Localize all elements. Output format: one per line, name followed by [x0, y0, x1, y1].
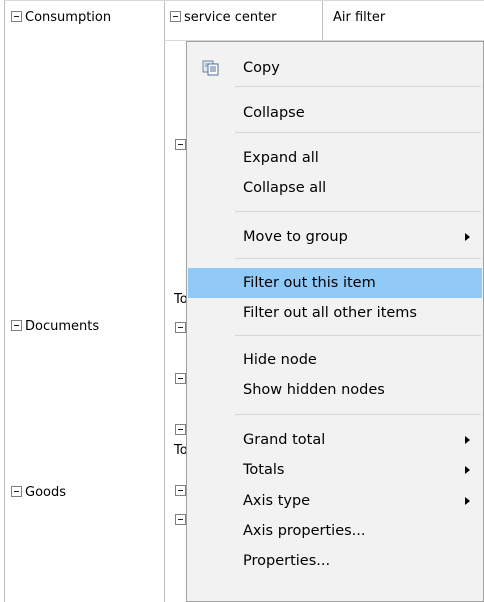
submenu-arrow-icon	[465, 497, 470, 505]
menu-item-label: Axis properties...	[243, 523, 366, 539]
menu-item-hide-node[interactable]: Hide node	[188, 345, 482, 375]
menu-item-label: Collapse	[243, 105, 305, 121]
submenu-arrow-icon	[465, 233, 470, 241]
menu-item-properties[interactable]: Properties...	[188, 546, 482, 576]
service-center-header[interactable]: service center	[170, 9, 277, 27]
menu-item-label: Filter out this item	[243, 275, 376, 291]
menu-separator	[235, 211, 481, 212]
air-filter-header: Air filter	[333, 9, 385, 27]
row-field-label: Goods	[25, 485, 67, 500]
row-field-consumption[interactable]: Consumption	[11, 9, 111, 27]
menu-item-expand-all[interactable]: Expand all	[188, 143, 482, 173]
row-field-documents[interactable]: Documents	[11, 318, 99, 336]
menu-item-collapse[interactable]: Collapse	[188, 98, 482, 128]
menu-separator	[235, 414, 481, 415]
menu-item-label: Expand all	[243, 150, 319, 166]
collapse-icon[interactable]	[175, 373, 186, 384]
menu-item-label: Show hidden nodes	[243, 382, 385, 398]
menu-separator	[235, 335, 481, 336]
menu-separator	[235, 86, 481, 87]
air-filter-label: Air filter	[333, 10, 386, 25]
collapse-icon[interactable]	[11, 11, 22, 22]
service-center-label: service center	[184, 10, 277, 25]
menu-item-label: Totals	[243, 462, 285, 478]
menu-item-label: Properties...	[243, 553, 331, 569]
menu-item-show-hidden-nodes[interactable]: Show hidden nodes	[188, 375, 482, 405]
menu-item-label: Hide node	[243, 352, 317, 368]
collapse-icon[interactable]	[11, 486, 22, 497]
menu-item-label: Axis type	[243, 493, 311, 509]
collapse-icon[interactable]	[175, 322, 186, 333]
collapse-icon[interactable]	[170, 11, 181, 22]
grid-line	[4, 0, 484, 1]
grid-line	[164, 0, 165, 602]
collapse-icon[interactable]	[11, 320, 22, 331]
row-field-goods[interactable]: Goods	[11, 484, 66, 502]
menu-item-label: Collapse all	[243, 180, 327, 196]
grid-line	[4, 0, 5, 602]
submenu-arrow-icon	[465, 466, 470, 474]
menu-separator	[235, 258, 481, 259]
collapse-icon[interactable]	[175, 139, 186, 150]
collapse-icon[interactable]	[175, 485, 186, 496]
menu-item-collapse-all[interactable]: Collapse all	[188, 173, 482, 203]
menu-item-filter-out-all-other-items[interactable]: Filter out all other items	[188, 298, 482, 328]
row-field-label: Consumption	[25, 10, 112, 25]
collapse-icon[interactable]	[175, 514, 186, 525]
submenu-arrow-icon	[465, 436, 470, 444]
menu-item-axis-type[interactable]: Axis type	[188, 486, 482, 516]
menu-item-label: Move to group	[243, 229, 348, 245]
grid-line	[322, 0, 323, 41]
menu-separator	[235, 132, 481, 133]
menu-item-axis-properties[interactable]: Axis properties...	[188, 516, 482, 546]
menu-item-copy[interactable]: Copy	[188, 53, 482, 83]
menu-item-label: Grand total	[243, 432, 326, 448]
menu-item-grand-total[interactable]: Grand total	[188, 425, 482, 455]
copy-icon	[202, 60, 219, 76]
menu-item-move-to-group[interactable]: Move to group	[188, 222, 482, 252]
collapse-icon[interactable]	[175, 424, 186, 435]
menu-item-filter-out-this-item[interactable]: Filter out this item	[188, 268, 482, 298]
menu-item-totals[interactable]: Totals	[188, 455, 482, 485]
menu-item-label: Filter out all other items	[243, 305, 417, 321]
row-field-label: Documents	[25, 319, 100, 334]
menu-item-label: Copy	[243, 60, 280, 76]
context-menu: Copy Collapse Expand all Collapse all Mo…	[186, 41, 484, 602]
